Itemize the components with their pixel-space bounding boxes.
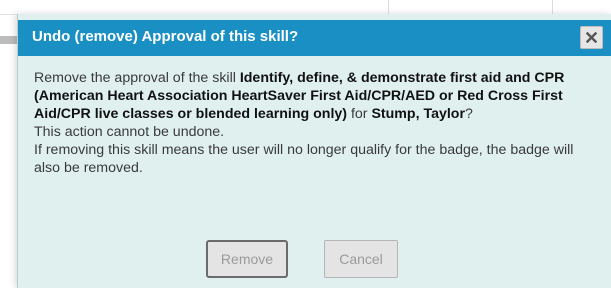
confirm-dialog: Undo (remove) Approval of this skill? Re… [17, 14, 611, 288]
user-name: Stump, Taylor [371, 106, 465, 122]
cancel-button[interactable]: Cancel [324, 240, 398, 278]
close-icon [586, 32, 597, 43]
message-question-mark: ? [465, 106, 473, 122]
remove-button[interactable]: Remove [206, 240, 288, 278]
confirmation-message: Remove the approval of the skill Identif… [34, 69, 600, 123]
page: Undo (remove) Approval of this skill? Re… [0, 0, 611, 288]
dialog-body: Remove the approval of the skill Identif… [34, 69, 600, 177]
close-button[interactable] [580, 26, 603, 49]
dialog-header: Undo (remove) Approval of this skill? [18, 20, 611, 56]
background-table-header [0, 0, 611, 15]
badge-note: If removing this skill means the user wi… [34, 142, 574, 176]
message-for: for [347, 106, 372, 122]
warning-text: This action cannot be undone. [34, 124, 225, 140]
background-strip [0, 36, 18, 44]
dialog-title: Undo (remove) Approval of this skill? [32, 28, 299, 45]
message-intro: Remove the approval of the skill [34, 70, 240, 86]
